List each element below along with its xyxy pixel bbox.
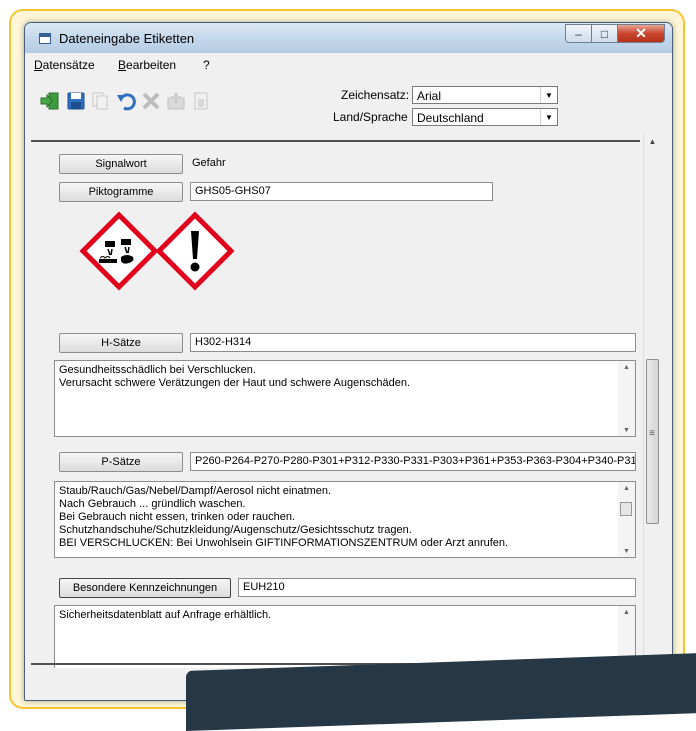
copy-icon bbox=[92, 92, 108, 110]
content-top-divider bbox=[31, 140, 640, 142]
piktogramme-button[interactable]: Piktogramme bbox=[59, 182, 183, 202]
toolbar: Zeichensatz: Arial ▼ Land/Sprache Deutsc… bbox=[25, 75, 672, 131]
land-sprache-value: Deutschland bbox=[417, 111, 484, 125]
paste-icon bbox=[194, 92, 208, 110]
zeichensatz-select[interactable]: Arial ▼ bbox=[412, 86, 558, 104]
p-text-line: Bei Gebrauch nicht essen, trinken oder r… bbox=[59, 511, 296, 523]
besondere-kennzeichnungen-button[interactable]: Besondere Kennzeichnungen bbox=[59, 578, 231, 598]
scroll-down-icon[interactable]: ▼ bbox=[618, 424, 635, 436]
besondere-text-line: Sicherheitsdatenblatt auf Anfrage erhält… bbox=[59, 609, 272, 621]
delete-button[interactable] bbox=[140, 90, 162, 112]
zeichensatz-label: Zeichensatz: bbox=[341, 88, 410, 102]
exclamation-pictogram bbox=[155, 211, 235, 291]
delete-icon bbox=[142, 92, 160, 110]
insert-icon bbox=[167, 93, 185, 110]
p-text-line: Schutzhandschuhe/Schutzkleidung/Augensch… bbox=[59, 524, 412, 536]
undo-button[interactable] bbox=[115, 90, 137, 112]
p-text-line: BEI VERSCHLUCKEN: Bei Unwohlsein GIFTINF… bbox=[59, 537, 509, 549]
land-sprache-label: Land/Sprache bbox=[333, 110, 408, 124]
besondere-field[interactable]: EUH210 bbox=[238, 578, 636, 597]
window-title: Dateneingabe Etiketten bbox=[59, 31, 195, 46]
h-text-scrollbar[interactable]: ▲ ▼ bbox=[618, 361, 635, 436]
minimize-icon: – bbox=[575, 26, 582, 41]
app-window: Dateneingabe Etiketten – □ ✕ Datensätze … bbox=[24, 22, 673, 701]
scroll-up-icon[interactable]: ▲ bbox=[644, 134, 661, 148]
p-saetze-field[interactable]: P260-P264-P270-P280-P301+P312-P330-P331-… bbox=[190, 452, 636, 471]
maximize-icon: □ bbox=[600, 26, 609, 41]
zeichensatz-value: Arial bbox=[417, 89, 442, 103]
menu-datensaetze[interactable]: Datensätze bbox=[34, 58, 95, 72]
p-text-scrollbar[interactable]: ▲ ▼ bbox=[618, 482, 635, 557]
land-sprache-select[interactable]: Deutschland ▼ bbox=[412, 108, 558, 126]
menu-bar: Datensätze Bearbeiten ? bbox=[25, 54, 672, 74]
chevron-down-icon[interactable]: ▼ bbox=[540, 109, 557, 125]
main-scrollbar[interactable]: ▲ ▼ bbox=[643, 134, 661, 664]
form-area: Signalwort Gefahr Piktogramme GHS05-GHS0… bbox=[25, 143, 645, 671]
scroll-down-icon[interactable]: ▼ bbox=[618, 545, 635, 557]
scroll-up-icon[interactable]: ▲ bbox=[618, 361, 635, 373]
h-saetze-button[interactable]: H-Sätze bbox=[59, 333, 183, 353]
menu-bearbeiten[interactable]: Bearbeiten bbox=[118, 58, 176, 72]
h-saetze-text[interactable]: Gesundheitsschädlich bei Verschlucken. V… bbox=[54, 360, 636, 437]
chevron-down-icon[interactable]: ▼ bbox=[540, 87, 557, 103]
signalwort-button[interactable]: Signalwort bbox=[59, 154, 183, 174]
paste-button[interactable] bbox=[190, 90, 212, 112]
import-icon bbox=[40, 92, 59, 110]
scroll-up-icon[interactable]: ▲ bbox=[618, 482, 635, 494]
undo-icon bbox=[117, 93, 136, 111]
p-text-scroll-thumb[interactable] bbox=[620, 502, 632, 516]
p-saetze-text[interactable]: Staub/Rauch/Gas/Nebel/Dampf/Aerosol nich… bbox=[54, 481, 636, 558]
p-text-line: Staub/Rauch/Gas/Nebel/Dampf/Aerosol nich… bbox=[59, 485, 332, 497]
p-text-line: Nach Gebrauch ... gründlich waschen. bbox=[59, 498, 246, 510]
copy-button[interactable] bbox=[89, 90, 111, 112]
main-scroll-thumb[interactable] bbox=[646, 359, 659, 524]
corrosion-pictogram bbox=[79, 211, 159, 291]
title-bar[interactable]: Dateneingabe Etiketten – □ ✕ bbox=[25, 23, 672, 53]
save-icon bbox=[67, 92, 85, 110]
maximize-button[interactable]: □ bbox=[591, 24, 618, 43]
save-button[interactable] bbox=[65, 90, 87, 112]
import-button[interactable] bbox=[39, 90, 61, 112]
insert-button[interactable] bbox=[165, 90, 187, 112]
close-button[interactable]: ✕ bbox=[617, 24, 665, 43]
close-icon: ✕ bbox=[635, 25, 647, 41]
minimize-button[interactable]: – bbox=[565, 24, 592, 43]
h-saetze-field[interactable]: H302-H314 bbox=[190, 333, 636, 352]
p-saetze-button[interactable]: P-Sätze bbox=[59, 452, 183, 472]
ghs-pictograms bbox=[79, 211, 235, 291]
piktogramme-field[interactable]: GHS05-GHS07 bbox=[190, 182, 493, 201]
app-icon bbox=[39, 33, 51, 44]
menu-help[interactable]: ? bbox=[203, 58, 210, 72]
h-text-line: Gesundheitsschädlich bei Verschlucken. bbox=[59, 364, 256, 376]
scroll-up-icon[interactable]: ▲ bbox=[618, 606, 635, 618]
signalwort-value: Gefahr bbox=[192, 157, 226, 169]
h-text-line: Verursacht schwere Verätzungen der Haut … bbox=[59, 377, 411, 389]
